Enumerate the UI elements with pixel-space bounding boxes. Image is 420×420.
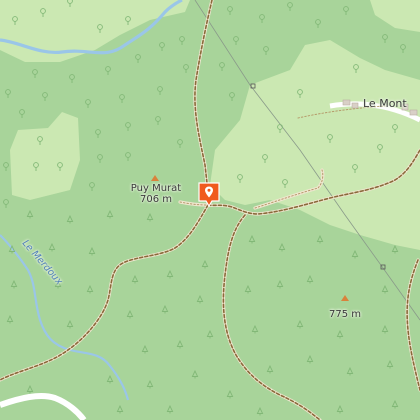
peak-puy-murat-label: Puy Murat 706 m bbox=[128, 183, 184, 205]
location-pin-icon[interactable] bbox=[197, 181, 221, 207]
location-pin-graphic bbox=[198, 182, 220, 207]
peak-puy-murat-name: Puy Murat bbox=[130, 183, 182, 194]
peak-775-elevation: 775 m bbox=[328, 309, 361, 320]
peak-puy-murat-elevation: 706 m bbox=[139, 194, 172, 205]
map-canvas[interactable]: Puy Murat 706 m 775 m Le Mont Le Merdoux bbox=[0, 0, 420, 420]
village-label-le-mont: Le Mont bbox=[363, 97, 407, 110]
map-base-layer bbox=[0, 0, 420, 420]
